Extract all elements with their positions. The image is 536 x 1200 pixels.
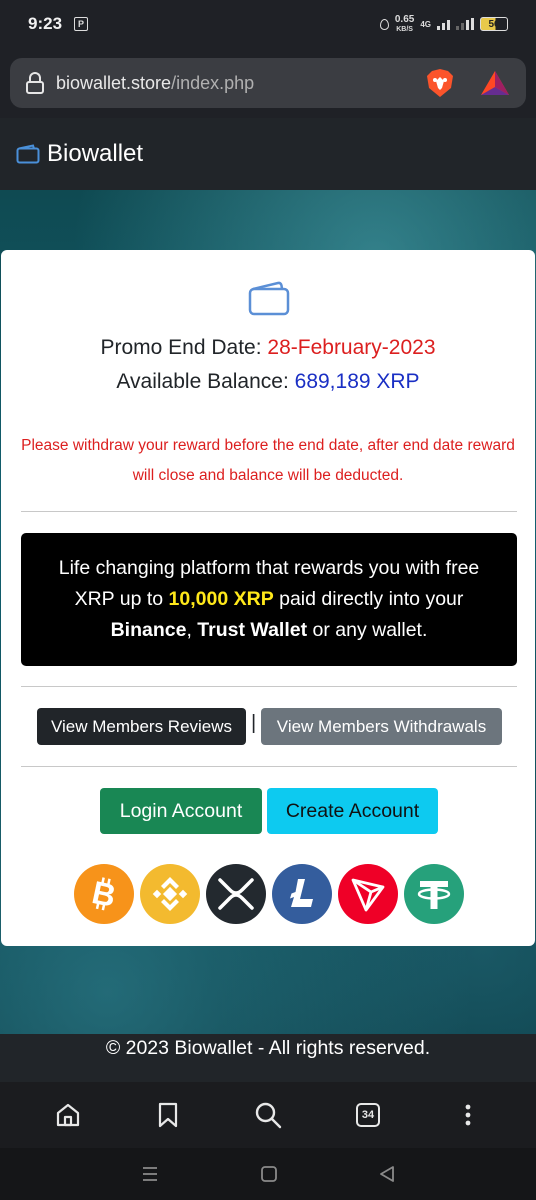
tron-icon xyxy=(338,864,398,924)
binance-coin-icon xyxy=(140,864,200,924)
promo-label: Promo End Date: xyxy=(100,336,268,359)
status-bar: 9:23 P 0.65 KB/S 4G 56 xyxy=(0,0,536,48)
divider xyxy=(21,766,517,767)
back-icon[interactable] xyxy=(378,1165,396,1183)
home-icon xyxy=(56,1103,80,1127)
url-path: /index.php xyxy=(171,72,255,93)
search-icon xyxy=(255,1102,282,1129)
site-navbar: Biowallet xyxy=(0,118,536,190)
wallet-icon xyxy=(16,144,40,164)
balance-value: 689,189 XRP xyxy=(294,370,420,393)
divider xyxy=(21,511,517,512)
battery-icon: 56 xyxy=(480,17,508,31)
bitcoin-icon: B xyxy=(74,864,134,924)
address-bar[interactable]: biowallet.store/index.php xyxy=(10,58,526,108)
data-saver-icon xyxy=(379,18,389,30)
more-vertical-icon xyxy=(465,1104,471,1126)
brave-rewards-icon[interactable] xyxy=(480,69,510,97)
promo-date: 28-February-2023 xyxy=(267,336,436,359)
copyright-text: © 2023 Biowallet - All rights reserved. xyxy=(105,1037,431,1059)
coin-icons: B xyxy=(74,864,464,924)
home-nav-icon[interactable] xyxy=(260,1165,278,1183)
create-account-button[interactable]: Create Account xyxy=(267,788,438,834)
promo-comma: , xyxy=(186,619,198,641)
brave-shields-icon[interactable] xyxy=(426,68,454,98)
divider xyxy=(21,686,517,687)
withdraw-warning: Please withdraw your reward before the e… xyxy=(21,437,515,484)
site-footer: © 2023 Biowallet - All rights reserved. xyxy=(0,1034,536,1082)
network-speed: 0.65 KB/S xyxy=(394,13,415,34)
wallet-icon xyxy=(248,281,290,316)
home-button[interactable] xyxy=(48,1095,88,1135)
promo-text-3: or any wallet. xyxy=(307,619,428,641)
lock-icon[interactable] xyxy=(26,72,44,94)
url-domain: biowallet.store xyxy=(56,72,172,93)
balance-label: Available Balance: xyxy=(116,370,295,393)
tether-icon xyxy=(404,864,464,924)
xrp-icon xyxy=(206,864,266,924)
promo-end-date: Promo End Date: 28-February-2023 xyxy=(1,336,535,360)
network-type: 4G xyxy=(420,19,431,29)
view-members-reviews-button[interactable]: View Members Reviews xyxy=(37,708,246,745)
litecoin-icon xyxy=(272,864,332,924)
signal-icon xyxy=(437,18,450,30)
promo-banner: Life changing platform that rewards you … xyxy=(21,533,517,666)
url-text[interactable]: biowallet.store/index.php xyxy=(56,73,254,94)
bookmark-icon xyxy=(158,1102,178,1128)
bookmark-button[interactable] xyxy=(148,1095,188,1135)
search-button[interactable] xyxy=(248,1095,288,1135)
button-separator: | xyxy=(251,712,257,734)
promo-binance: Binance xyxy=(110,619,187,641)
login-account-button[interactable]: Login Account xyxy=(100,788,262,834)
browser-toolbar: 34 xyxy=(0,1082,536,1148)
view-members-withdrawals-button[interactable]: View Members Withdrawals xyxy=(261,708,502,745)
reward-card: Promo End Date: 28-February-2023 Availab… xyxy=(1,250,535,946)
network-speed-value: 0.65 xyxy=(394,13,415,25)
status-icons: 0.65 KB/S 4G 56 xyxy=(379,13,508,34)
recents-icon[interactable] xyxy=(140,1166,160,1182)
promo-text-2: paid directly into your xyxy=(273,588,464,610)
clock: 9:23 xyxy=(28,14,63,33)
notification-icon: P xyxy=(74,17,89,31)
promo-highlight: 10,000 XRP xyxy=(168,588,274,610)
tabs-button[interactable]: 34 xyxy=(348,1095,388,1135)
available-balance: Available Balance: 689,189 XRP xyxy=(1,370,535,394)
network-speed-unit: KB/S xyxy=(396,25,413,33)
brand-name[interactable]: Biowallet xyxy=(47,140,143,168)
menu-button[interactable] xyxy=(448,1095,488,1135)
signal-icon-2 xyxy=(456,18,474,30)
tabs-count-icon: 34 xyxy=(356,1103,380,1127)
promo-trust-wallet: Trust Wallet xyxy=(197,619,308,641)
system-navigation xyxy=(0,1148,536,1200)
